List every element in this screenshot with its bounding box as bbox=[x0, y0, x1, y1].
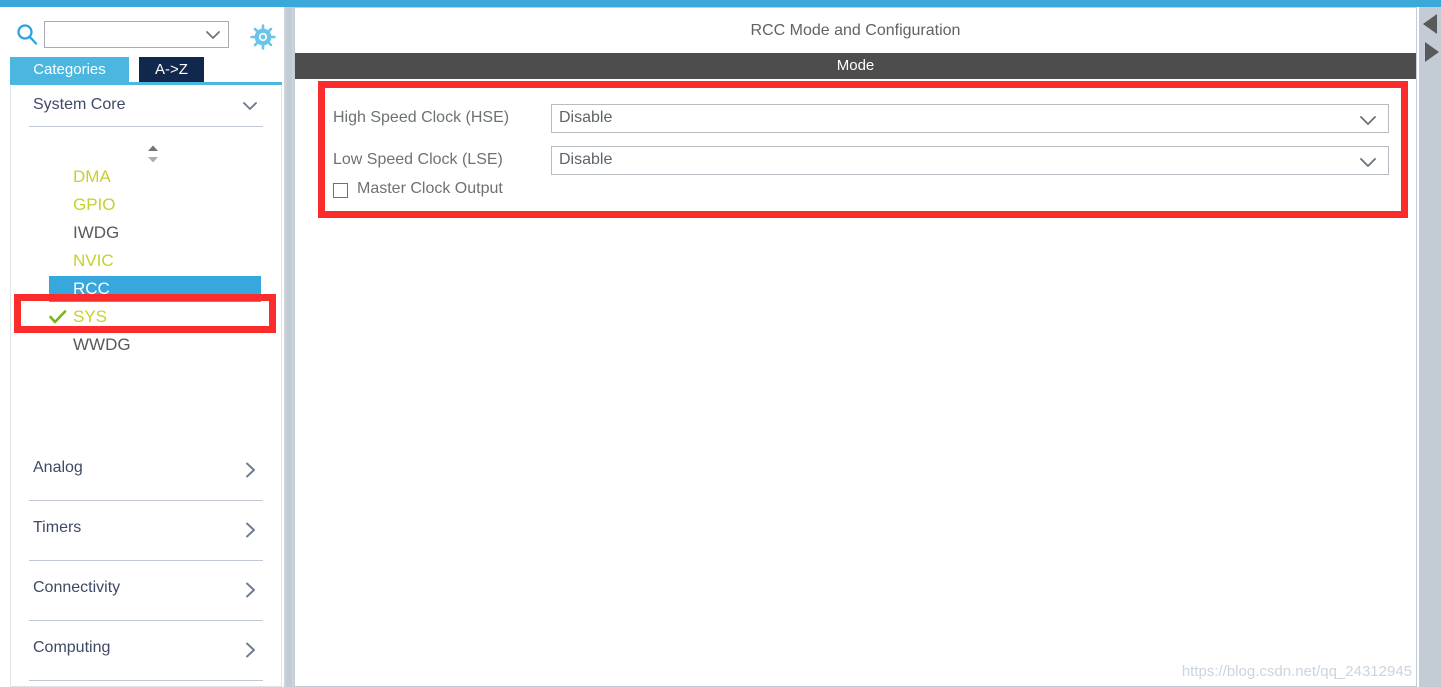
group-header-timers[interactable]: Timers bbox=[29, 501, 263, 561]
tab-a-to-z[interactable]: A->Z bbox=[139, 57, 204, 82]
panel-splitter-grip[interactable] bbox=[286, 7, 292, 687]
rcc-configuration-panel: RCC Mode and Configuration Mode High Spe… bbox=[294, 7, 1417, 687]
stm32cubemx-pinout-configuration-window: Categories A->Z System Core DMA GPIO IWD… bbox=[0, 0, 1441, 687]
group-header-middleware[interactable]: Middleware bbox=[29, 681, 263, 686]
group-label: Timers bbox=[33, 519, 82, 536]
field-row-hse: High Speed Clock (HSE) Disable bbox=[333, 104, 1393, 134]
chevron-down-icon[interactable] bbox=[1358, 155, 1378, 169]
tabs-underline bbox=[10, 82, 282, 85]
search-input[interactable] bbox=[50, 24, 204, 47]
peripheral-item-nvic[interactable]: NVIC bbox=[11, 248, 281, 276]
peripheral-categories-panel: Categories A->Z System Core DMA GPIO IWD… bbox=[0, 7, 282, 687]
group-header-system-core[interactable]: System Core bbox=[29, 86, 263, 127]
peripheral-item-gpio[interactable]: GPIO bbox=[11, 192, 281, 220]
peripheral-item-sys[interactable]: SYS bbox=[11, 304, 281, 332]
peripheral-list: DMA GPIO IWDG NVIC RCC SYS WWDG bbox=[11, 164, 281, 360]
group-header-connectivity[interactable]: Connectivity bbox=[29, 561, 263, 621]
window-accent-bar bbox=[0, 0, 1441, 7]
field-label-lse: Low Speed Clock (LSE) bbox=[333, 151, 503, 168]
peripheral-label: RCC bbox=[73, 279, 110, 298]
search-icon bbox=[16, 23, 38, 45]
peripheral-label: DMA bbox=[73, 167, 111, 186]
field-row-lse: Low Speed Clock (LSE) Disable bbox=[333, 146, 1393, 176]
spinner-up-down-icon[interactable] bbox=[144, 144, 162, 164]
chevron-right-icon[interactable] bbox=[243, 521, 259, 539]
group-label: System Core bbox=[33, 96, 126, 113]
hse-combobox[interactable]: Disable bbox=[551, 104, 1389, 133]
lse-selected-value: Disable bbox=[559, 151, 613, 168]
chevron-right-icon[interactable] bbox=[243, 641, 259, 659]
master-clock-output-label: Master Clock Output bbox=[357, 180, 503, 197]
group-label: Computing bbox=[33, 639, 111, 656]
chevron-down-icon[interactable] bbox=[1358, 113, 1378, 127]
scrollbar-arrows[interactable] bbox=[1421, 12, 1441, 68]
watermark-text: https://blog.csdn.net/qq_24312945 bbox=[1181, 663, 1412, 680]
chevron-right-icon[interactable] bbox=[243, 461, 259, 479]
gear-icon[interactable] bbox=[250, 24, 276, 50]
chevron-down-icon[interactable] bbox=[205, 28, 221, 42]
search-combobox[interactable] bbox=[44, 21, 229, 48]
chevron-down-icon[interactable] bbox=[241, 99, 259, 113]
lse-combobox[interactable]: Disable bbox=[551, 146, 1389, 175]
peripheral-label: SYS bbox=[73, 307, 108, 326]
field-label-hse: High Speed Clock (HSE) bbox=[333, 109, 510, 126]
master-clock-output-checkbox[interactable] bbox=[333, 183, 348, 198]
group-label: Analog bbox=[33, 459, 83, 476]
peripheral-label: GPIO bbox=[73, 195, 116, 214]
group-header-analog[interactable]: Analog bbox=[29, 441, 263, 501]
hse-selected-value: Disable bbox=[559, 109, 613, 126]
panel-splitter[interactable] bbox=[284, 7, 294, 687]
group-header-computing[interactable]: Computing bbox=[29, 621, 263, 681]
peripheral-label: IWDG bbox=[73, 223, 120, 242]
search-row bbox=[0, 12, 282, 52]
peripheral-item-dma[interactable]: DMA bbox=[11, 164, 281, 192]
collapsed-category-groups: Analog Timers Connectivity Computing bbox=[11, 441, 281, 686]
peripheral-label: WWDG bbox=[73, 335, 131, 354]
page-title: RCC Mode and Configuration bbox=[295, 8, 1416, 53]
peripheral-label: NVIC bbox=[73, 251, 114, 270]
section-header-mode: Mode bbox=[295, 53, 1416, 79]
peripheral-item-iwdg[interactable]: IWDG bbox=[11, 220, 281, 248]
vertical-scrollbar[interactable] bbox=[1419, 7, 1441, 687]
peripheral-item-rcc[interactable]: RCC bbox=[11, 276, 281, 304]
group-label: Connectivity bbox=[33, 579, 121, 596]
group-system-core: System Core DMA GPIO IWDG NVIC RCC SYS W… bbox=[11, 86, 281, 354]
check-icon bbox=[49, 309, 67, 325]
peripheral-tree: System Core DMA GPIO IWDG NVIC RCC SYS W… bbox=[10, 86, 282, 687]
tab-categories[interactable]: Categories bbox=[10, 57, 129, 82]
category-view-tabs: Categories A->Z bbox=[10, 57, 282, 84]
mode-section-body: High Speed Clock (HSE) Disable Low Speed… bbox=[295, 79, 1416, 686]
peripheral-item-wwdg[interactable]: WWDG bbox=[11, 332, 281, 360]
chevron-right-icon[interactable] bbox=[243, 581, 259, 599]
